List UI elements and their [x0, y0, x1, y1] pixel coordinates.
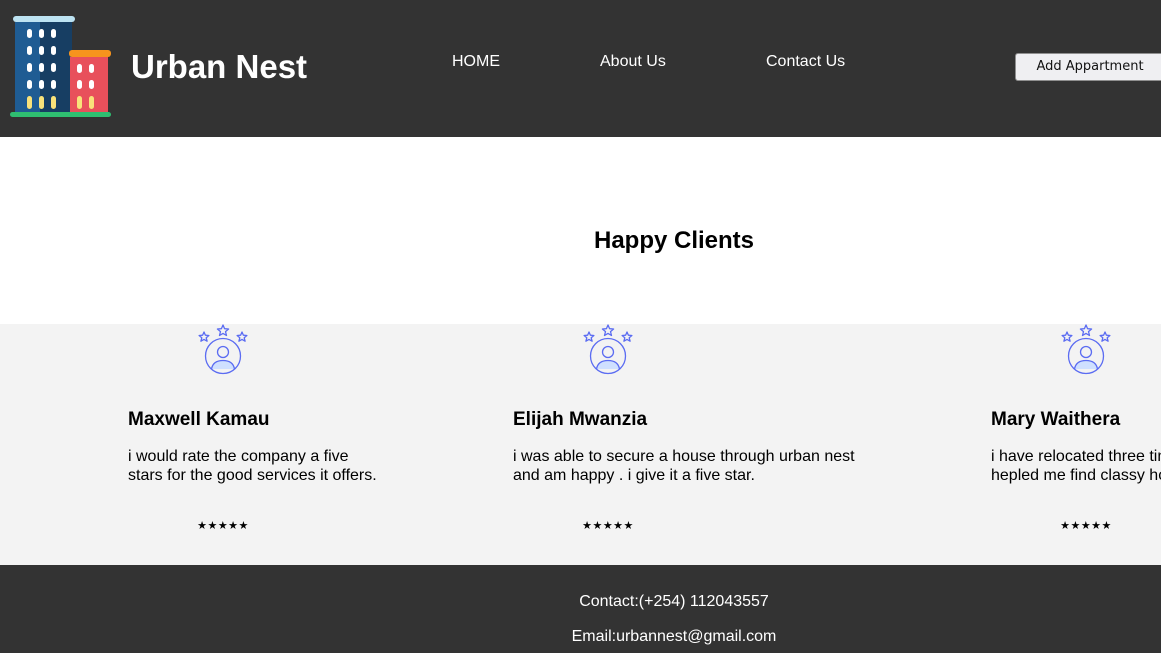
testimonial-card: Mary Waithera i have relocated three tim… — [991, 324, 1161, 565]
footer-contact: Contact:(+254) 112043557 — [579, 593, 769, 610]
user-with-stars-icon — [1061, 324, 1111, 375]
client-review: i would rate the company a five stars fo… — [128, 448, 377, 484]
apartment-buildings-icon[interactable] — [10, 16, 112, 118]
user-with-stars-icon — [198, 324, 248, 375]
site-footer: Contact:(+254) 112043557 Email:urbannest… — [0, 565, 1161, 653]
nav-contact-link[interactable]: Contact Us — [766, 52, 845, 71]
testimonial-card: Elijah Mwanzia i was able to secure a ho… — [513, 324, 893, 565]
rating-stars: ★★★★★ — [1060, 519, 1112, 532]
site-header: Urban Nest HOME About Us Contact Us Add … — [0, 0, 1161, 137]
section-title: Happy Clients — [593, 227, 755, 254]
client-name: Elijah Mwanzia — [513, 409, 648, 430]
client-name: Maxwell Kamau — [128, 409, 270, 430]
client-name: Mary Waithera — [991, 409, 1121, 430]
rating-stars: ★★★★★ — [582, 519, 634, 532]
brand-title[interactable]: Urban Nest — [131, 47, 307, 87]
client-review: i have relocated three times and urban n… — [991, 448, 1161, 484]
add-apartment-button[interactable]: Add Appartment — [1015, 53, 1161, 81]
testimonial-card: Maxwell Kamau i would rate the company a… — [128, 324, 508, 565]
rating-stars: ★★★★★ — [197, 519, 249, 532]
nav-about-link[interactable]: About Us — [600, 52, 666, 71]
client-review: i was able to secure a house through urb… — [513, 448, 855, 484]
user-with-stars-icon — [583, 324, 633, 375]
testimonials-section: Maxwell Kamau i would rate the company a… — [0, 324, 1161, 565]
nav-home-link[interactable]: HOME — [452, 52, 500, 71]
footer-email[interactable]: Email:urbannest@gmail.com — [0, 627, 1161, 646]
